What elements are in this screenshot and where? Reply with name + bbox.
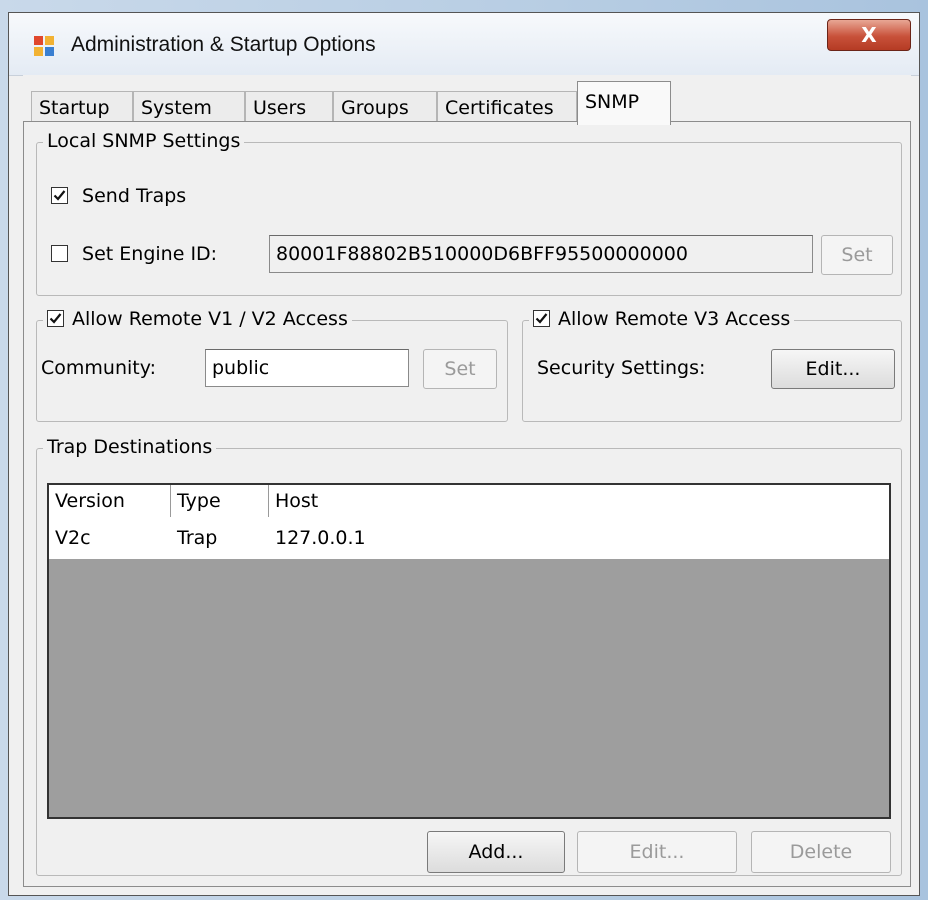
send-traps-label[interactable]: Send Traps [82, 185, 186, 207]
tab-strip: Startup System Users Groups Certificates… [23, 81, 911, 125]
engine-id-set-button[interactable]: Set [821, 235, 893, 275]
local-snmp-group: Local SNMP Settings Send Traps Set Engin… [36, 129, 902, 296]
column-header-version[interactable]: Version [49, 485, 171, 517]
trap-destinations-list[interactable]: Version Type Host V2c Trap 127.0.0.1 [47, 483, 891, 819]
remote-v3-legend: Allow Remote V3 Access [529, 307, 795, 331]
remote-v3-group: Allow Remote V3 Access Security Settings… [522, 307, 902, 422]
remote-v1v2-legend: Allow Remote V1 / V2 Access [43, 307, 352, 331]
engine-id-row: Set Engine ID: [51, 243, 217, 265]
close-button[interactable]: X [827, 19, 911, 51]
engine-id-label[interactable]: Set Engine ID: [82, 243, 217, 265]
column-header-host[interactable]: Host [269, 485, 889, 517]
app-icon [33, 35, 55, 57]
engine-id-checkbox[interactable] [51, 245, 68, 262]
remote-v1v2-group: Allow Remote V1 / V2 Access Community: p… [36, 307, 508, 422]
window-title: Administration & Startup Options [71, 33, 376, 56]
security-settings-label: Security Settings: [537, 357, 706, 379]
edit-destination-button[interactable]: Edit... [577, 831, 737, 873]
delete-destination-button[interactable]: Delete [751, 831, 891, 873]
add-destination-button[interactable]: Add... [427, 831, 565, 873]
community-label: Community: [41, 357, 156, 379]
snmp-tab-panel: Local SNMP Settings Send Traps Set Engin… [23, 121, 911, 887]
tab-system[interactable]: System [133, 91, 245, 123]
local-snmp-legend: Local SNMP Settings [43, 129, 245, 153]
table-row[interactable]: V2c Trap 127.0.0.1 [49, 517, 889, 559]
send-traps-row: Send Traps [51, 185, 186, 207]
admin-startup-window: Administration & Startup Options X Start… [8, 12, 920, 896]
cell-host: 127.0.0.1 [275, 527, 366, 549]
tab-certificates[interactable]: Certificates [437, 91, 577, 123]
engine-id-field[interactable]: 80001F88802B510000D6BFF95500000000 [269, 235, 813, 273]
community-field[interactable]: public [205, 349, 409, 387]
dialog-client: Startup System Users Groups Certificates… [23, 75, 911, 887]
remote-v3-label[interactable]: Allow Remote V3 Access [558, 308, 790, 330]
tab-snmp[interactable]: SNMP [577, 81, 671, 125]
security-edit-button[interactable]: Edit... [771, 349, 895, 389]
title-bar[interactable]: Administration & Startup Options X [9, 13, 919, 76]
tab-groups[interactable]: Groups [333, 91, 437, 123]
remote-v3-checkbox[interactable] [533, 310, 550, 327]
tab-startup[interactable]: Startup [31, 91, 133, 123]
list-header: Version Type Host [49, 485, 889, 518]
send-traps-checkbox[interactable] [51, 187, 68, 204]
trap-destinations-legend: Trap Destinations [43, 435, 217, 459]
cell-version: V2c [55, 527, 91, 549]
remote-v1v2-checkbox[interactable] [47, 310, 64, 327]
trap-destinations-group: Trap Destinations Version Type Host V2c … [36, 435, 902, 876]
tab-users[interactable]: Users [245, 91, 333, 123]
column-header-type[interactable]: Type [171, 485, 269, 517]
close-icon: X [861, 23, 877, 47]
cell-type: Trap [177, 527, 218, 549]
community-set-button[interactable]: Set [423, 349, 497, 389]
remote-v1v2-label[interactable]: Allow Remote V1 / V2 Access [72, 308, 348, 330]
